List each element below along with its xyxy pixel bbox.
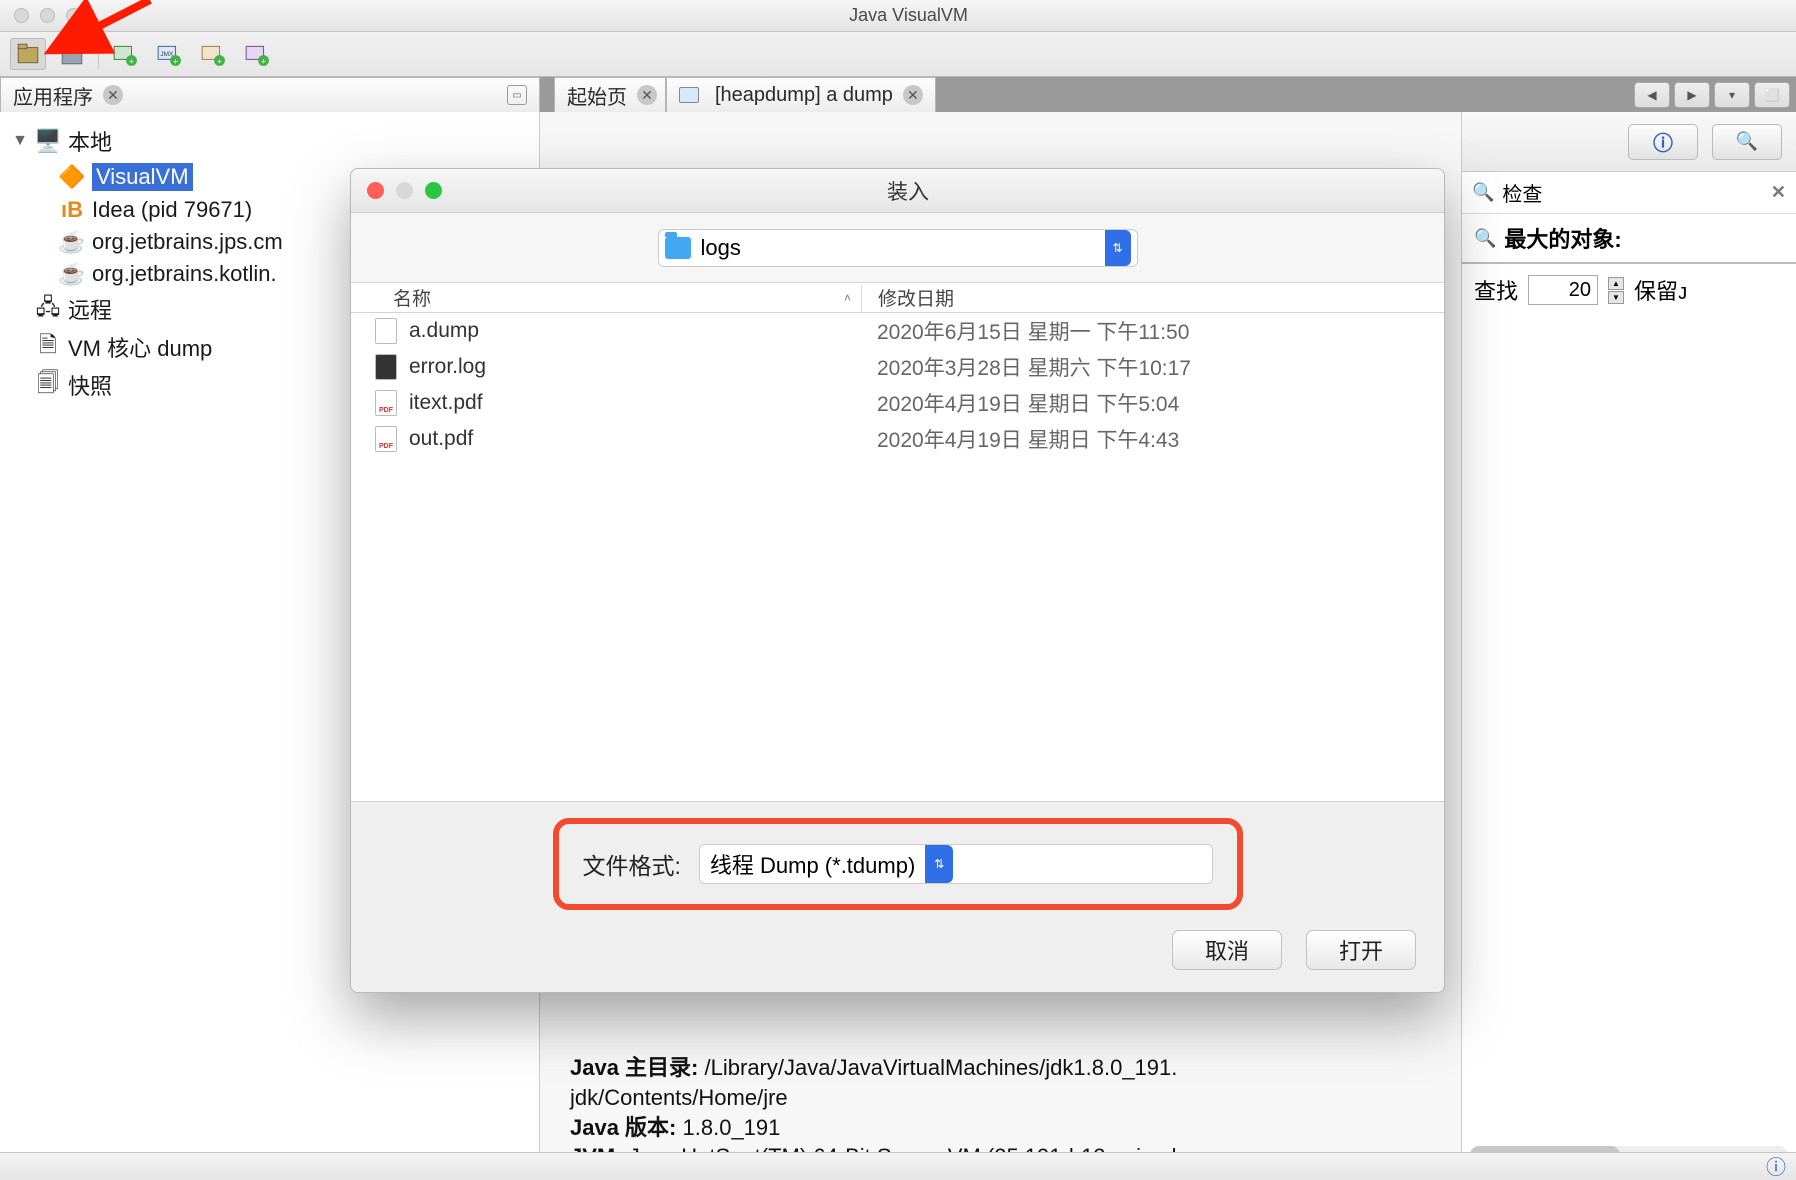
file-format-highlight: 文件格式: 线程 Dump (*.tdump) ⇅ xyxy=(553,818,1243,910)
chevron-updown-icon: ⇅ xyxy=(925,845,953,883)
search-icon: 🔍 xyxy=(1736,131,1758,152)
folder-selector[interactable]: logs ⇅ xyxy=(658,229,1138,267)
remote-icon: 🖧 xyxy=(36,299,60,319)
tab-heapdump[interactable]: [heapdump] a dump ✕ xyxy=(666,77,936,112)
heapdump-icon xyxy=(679,87,699,103)
file-row[interactable]: error.log2020年3月28日 星期六 下午10:17 xyxy=(351,349,1444,385)
coredump-icon: 🗎 xyxy=(36,337,60,357)
status-bar: ⓘ xyxy=(0,1152,1796,1178)
stepper[interactable]: ▲▼ xyxy=(1608,277,1624,304)
sidebar-tab[interactable]: 应用程序 ✕ ▭ xyxy=(0,77,540,112)
info-button[interactable]: ⓘ xyxy=(1628,124,1698,160)
close-icon[interactable]: ✕ xyxy=(103,85,123,105)
nav-next-button[interactable]: ▶ xyxy=(1674,82,1710,108)
sort-asc-icon[interactable]: ˄ xyxy=(844,291,851,305)
zoom-window-button[interactable] xyxy=(425,182,442,199)
chevron-updown-icon[interactable]: ⇅ xyxy=(1105,230,1131,266)
inspector-panel: ⓘ 🔍 🔍检查✕ 🔍最大的对象: 查找 ▲▼ 保留ᴊ xyxy=(1461,112,1796,1178)
java-icon: ☕ xyxy=(60,264,84,284)
file-list[interactable]: 名称 ˄ 修改日期 a.dump2020年6月15日 星期一 下午11:50err… xyxy=(351,283,1444,801)
cancel-button[interactable]: 取消 xyxy=(1172,930,1282,970)
window-title: Java VisualVM xyxy=(81,5,1736,26)
svg-text:+: + xyxy=(261,56,266,66)
sidebar-tab-label: 应用程序 xyxy=(13,81,93,110)
inspect-row[interactable]: 🔍检查✕ xyxy=(1462,172,1796,214)
file-format-label: 文件格式: xyxy=(583,847,681,881)
nav-list-button[interactable]: ▾ xyxy=(1714,82,1750,108)
file-icon xyxy=(375,318,397,344)
tree-node-local[interactable]: ▼🖥️本地 xyxy=(0,122,539,160)
file-icon xyxy=(375,426,397,452)
svg-text:+: + xyxy=(217,56,222,66)
find-row: 查找 ▲▼ 保留ᴊ xyxy=(1462,264,1796,316)
file-row[interactable]: itext.pdf2020年4月19日 星期日 下午5:04 xyxy=(351,385,1444,421)
search-button[interactable]: 🔍 xyxy=(1712,124,1782,160)
file-icon xyxy=(375,390,397,416)
dialog-titlebar[interactable]: 装入 xyxy=(351,169,1444,213)
col-name[interactable]: 名称 xyxy=(393,284,431,311)
dialog-title: 装入 xyxy=(442,176,1374,206)
tab-nav: ◀ ▶ ▾ ⬜ xyxy=(1634,77,1796,112)
minimize-window-button xyxy=(396,182,413,199)
open-button[interactable]: 打开 xyxy=(1306,930,1416,970)
idea-icon: ıB xyxy=(60,200,84,220)
file-open-dialog: 装入 logs ⇅ 名称 ˄ 修改日期 a.dump2020年6月15日 星期一 … xyxy=(350,168,1445,993)
minimize-icon[interactable]: ▭ xyxy=(507,85,527,105)
find-count-input[interactable] xyxy=(1528,275,1598,305)
biggest-objects-header: 🔍最大的对象: xyxy=(1462,214,1796,264)
callout-arrow xyxy=(40,0,160,65)
file-row[interactable]: out.pdf2020年4月19日 星期日 下午4:43 xyxy=(351,421,1444,457)
window-titlebar: Java VisualVM xyxy=(0,0,1796,32)
close-icon[interactable]: ✕ xyxy=(903,85,923,105)
nav-prev-button[interactable]: ◀ xyxy=(1634,82,1670,108)
close-icon[interactable]: ✕ xyxy=(1771,182,1786,203)
snapshot-icon: 🗐 xyxy=(36,375,60,395)
close-window-button[interactable] xyxy=(367,182,384,199)
search-icon: 🔍 xyxy=(1474,228,1496,249)
info-icon: ⓘ xyxy=(1653,127,1673,156)
add-snapshot-button[interactable]: + xyxy=(239,38,275,70)
tab-start[interactable]: 起始页 ✕ xyxy=(554,77,666,112)
add-coredump-button[interactable]: + xyxy=(195,38,231,70)
svg-text:+: + xyxy=(173,56,178,66)
nav-max-button[interactable]: ⬜ xyxy=(1754,82,1790,108)
host-icon: 🖥️ xyxy=(36,131,60,151)
main-toolbar: + JMX+ + + xyxy=(0,32,1796,77)
visualvm-icon: 🔶 xyxy=(60,167,84,187)
col-date[interactable]: 修改日期 xyxy=(861,284,1444,311)
folder-icon xyxy=(665,237,691,259)
search-icon: 🔍 xyxy=(1472,182,1494,203)
tabs-row: 应用程序 ✕ ▭ 起始页 ✕ [heapdump] a dump ✕ ◀ ▶ ▾… xyxy=(0,77,1796,112)
info-icon[interactable]: ⓘ xyxy=(1766,1151,1786,1180)
file-icon xyxy=(375,354,397,380)
file-row[interactable]: a.dump2020年6月15日 星期一 下午11:50 xyxy=(351,313,1444,349)
close-icon[interactable]: ✕ xyxy=(637,85,657,105)
file-format-select[interactable]: 线程 Dump (*.tdump) ⇅ xyxy=(699,844,1213,884)
java-icon: ☕ xyxy=(60,232,84,252)
